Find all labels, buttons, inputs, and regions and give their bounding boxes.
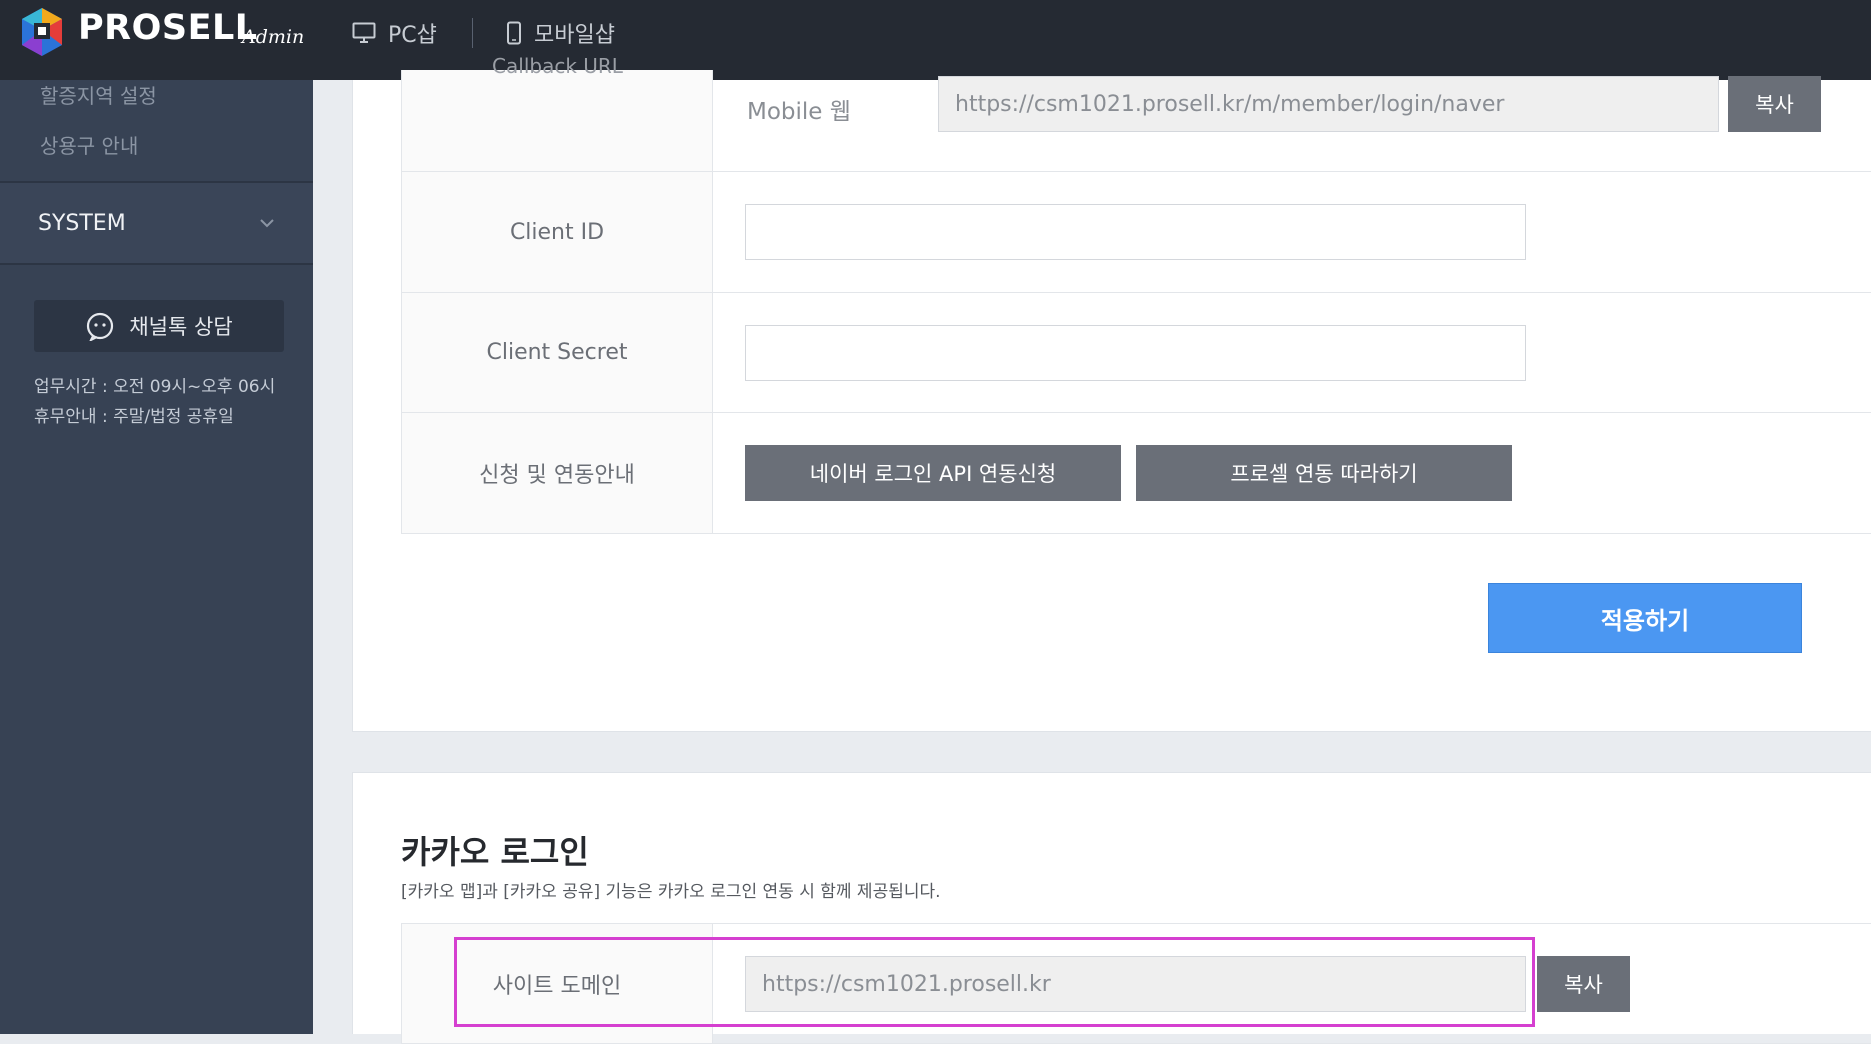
mobile-web-callback-url[interactable] <box>938 76 1719 132</box>
copy-site-domain-button[interactable]: 복사 <box>1537 956 1630 1012</box>
prosell-logo-icon[interactable] <box>18 6 66 58</box>
sidebar-item-surcharge-region[interactable]: 할증지역 설정 <box>40 80 157 109</box>
copy-mobile-url-button[interactable]: 복사 <box>1728 76 1821 132</box>
channel-talk-label: 채널톡 상담 <box>129 315 233 339</box>
chevron-down-icon <box>260 219 274 228</box>
channel-talk-button[interactable]: 채널톡 상담 <box>34 300 284 352</box>
kakao-section-title: 카카오 로그인 <box>401 833 589 871</box>
business-hours-info: 업무시간 : 오전 09시~오후 06시 휴무안내 : 주말/법정 공휴일 <box>34 372 275 432</box>
site-domain-input[interactable] <box>745 956 1526 1012</box>
kakao-login-form: 사이트 도메인 복사 <box>401 923 1871 1044</box>
client-id-row: Client ID <box>402 172 1871 293</box>
nav-divider <box>472 18 473 48</box>
nav-mobile-shop-label: 모바일샵 <box>534 23 615 48</box>
monitor-icon <box>352 22 376 43</box>
naver-api-request-button[interactable]: 네이버 로그인 API 연동신청 <box>745 445 1121 501</box>
sidebar-divider <box>0 263 313 265</box>
kakao-login-panel: 카카오 로그인 [카카오 맵]과 [카카오 공유] 기능은 카카오 로그인 연동… <box>352 772 1871 1044</box>
prosell-follow-guide-button[interactable]: 프로셀 연동 따라하기 <box>1136 445 1512 501</box>
callback-url-row: Callback URL Mobile 웹 복사 <box>402 54 1871 172</box>
naver-login-panel: Callback URL Mobile 웹 복사 Client ID Clien… <box>352 54 1871 732</box>
client-id-label: Client ID <box>402 172 713 292</box>
chat-bubble-icon <box>87 312 114 341</box>
sidebar-item-phrase-guide[interactable]: 상용구 안내 <box>40 130 138 159</box>
kakao-section-description: [카카오 맵]과 [카카오 공유] 기능은 카카오 로그인 연동 시 함께 제공… <box>401 882 941 902</box>
business-hours-text: 업무시간 : 오전 09시~오후 06시 <box>34 377 276 397</box>
nav-pc-shop[interactable]: PC샵 <box>352 18 437 48</box>
site-domain-label: 사이트 도메인 <box>402 924 713 1043</box>
client-id-input[interactable] <box>745 204 1526 260</box>
site-domain-row: 사이트 도메인 복사 <box>402 924 1871 1044</box>
brand-name[interactable]: PROSELL <box>78 8 258 48</box>
client-secret-label: Client Secret <box>402 293 713 412</box>
top-bar: PROSELL Admin PC샵 모바일샵 <box>0 0 1871 80</box>
callback-url-label-cell: Callback URL <box>402 54 713 171</box>
client-secret-input[interactable] <box>745 325 1526 381</box>
naver-login-form: Callback URL Mobile 웹 복사 Client ID Clien… <box>401 54 1871 534</box>
nav-pc-shop-label: PC샵 <box>388 23 437 48</box>
callback-url-label: Callback URL <box>492 54 623 78</box>
nav-mobile-shop[interactable]: 모바일샵 <box>506 18 615 48</box>
sidebar-system-label: SYSTEM <box>38 210 126 236</box>
mobile-phone-icon <box>507 21 521 45</box>
apply-button[interactable]: 적용하기 <box>1488 583 1802 653</box>
sidebar: 할증지역 설정 상용구 안내 SYSTEM 채널톡 상담 업무시간 : 오전 0… <box>0 80 313 1034</box>
sidebar-section-system[interactable]: SYSTEM <box>0 183 313 263</box>
mobile-web-label: Mobile 웹 <box>747 99 851 125</box>
apply-guide-label: 신청 및 연동안내 <box>402 413 713 533</box>
holiday-info-text: 휴무안내 : 주말/법정 공휴일 <box>34 407 234 427</box>
client-secret-row: Client Secret <box>402 293 1871 413</box>
brand-suffix: Admin <box>242 26 305 48</box>
apply-guide-row: 신청 및 연동안내 네이버 로그인 API 연동신청 프로셀 연동 따라하기 <box>402 413 1871 534</box>
